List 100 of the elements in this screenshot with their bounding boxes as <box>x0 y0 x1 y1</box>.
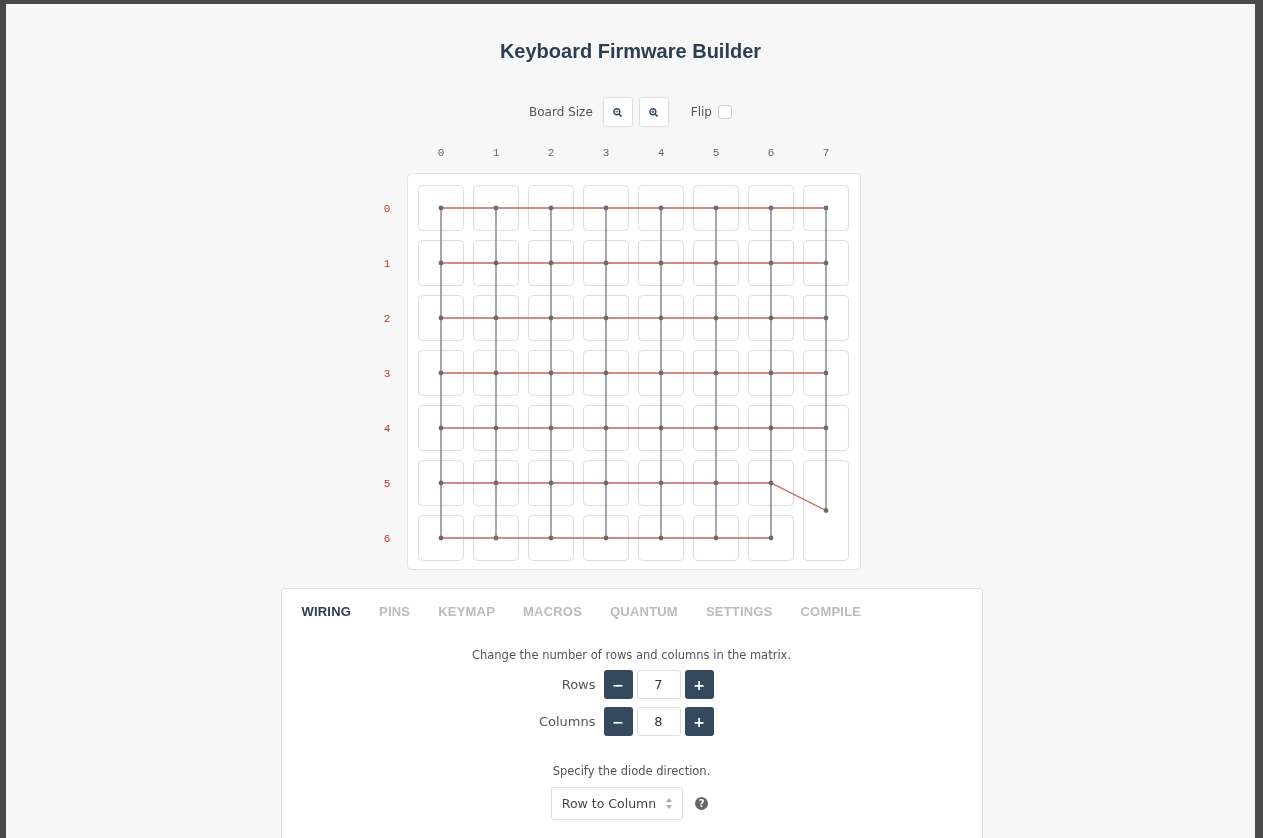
key-cap[interactable] <box>637 515 684 561</box>
row-label: 6 <box>383 533 390 545</box>
wire-node <box>548 535 553 541</box>
help-icon[interactable]: ? <box>695 797 709 810</box>
key-cap[interactable] <box>582 240 629 286</box>
key-cap[interactable] <box>747 405 794 451</box>
key-cap[interactable] <box>582 185 629 231</box>
zoom-out-button[interactable] <box>602 97 633 127</box>
key-cap[interactable] <box>472 460 519 506</box>
wire-node <box>603 535 608 541</box>
key-cap[interactable] <box>692 185 739 231</box>
key-cap[interactable] <box>417 185 464 231</box>
page-title: Keyboard Firmware Builder <box>498 39 763 64</box>
column-label: 4 <box>657 147 664 159</box>
key-cap[interactable] <box>692 350 739 396</box>
key-cap[interactable] <box>692 515 739 561</box>
key-cap[interactable] <box>802 460 849 561</box>
key-cap[interactable] <box>527 185 574 231</box>
wire-node <box>493 535 498 541</box>
diode-direction-select[interactable]: Row to Column <box>550 787 684 820</box>
key-cap[interactable] <box>472 515 519 561</box>
wire-node <box>823 205 828 211</box>
key-cap[interactable] <box>527 515 574 561</box>
key-cap[interactable] <box>802 295 849 341</box>
key-cap[interactable] <box>472 405 519 451</box>
wire-node <box>658 535 663 541</box>
key-cap[interactable] <box>582 405 629 451</box>
key-cap[interactable] <box>417 515 464 561</box>
wire-node <box>823 508 828 513</box>
key-cap[interactable] <box>747 295 794 341</box>
wire-node <box>823 260 828 266</box>
number-field[interactable]: 7 <box>636 670 681 699</box>
wire-node <box>658 315 663 321</box>
key-cap[interactable] <box>417 295 464 341</box>
wire-node <box>713 260 718 266</box>
key-cap[interactable] <box>637 350 684 396</box>
wire-node <box>548 260 553 266</box>
key-cap[interactable] <box>417 460 464 506</box>
zoom-in-button[interactable] <box>638 97 669 127</box>
key-cap[interactable] <box>417 350 464 396</box>
key-cap[interactable] <box>637 295 684 341</box>
key-cap[interactable] <box>527 240 574 286</box>
key-cap[interactable] <box>747 460 794 506</box>
key-cap[interactable] <box>417 405 464 451</box>
key-cap[interactable] <box>527 405 574 451</box>
wire-node <box>713 425 718 431</box>
row-label: 2 <box>383 313 390 325</box>
wire-node <box>548 370 553 376</box>
wire-node <box>658 205 663 211</box>
key-cap[interactable] <box>802 350 849 396</box>
decrement-button[interactable]: − <box>603 707 633 736</box>
decrement-button[interactable]: − <box>603 670 633 699</box>
key-cap[interactable] <box>802 185 849 231</box>
key-cap[interactable] <box>637 240 684 286</box>
wire-node <box>548 480 553 486</box>
wire-node <box>438 205 443 211</box>
column-label: 7 <box>822 147 829 159</box>
wire-node <box>713 535 718 541</box>
number-field[interactable]: 8 <box>636 707 681 736</box>
wire-node <box>438 315 443 321</box>
key-cap[interactable] <box>747 240 794 286</box>
key-cap[interactable] <box>637 405 684 451</box>
flip-label: Flip <box>690 105 712 119</box>
wire-node <box>823 370 828 376</box>
key-cap[interactable] <box>472 185 519 231</box>
column-label: 6 <box>767 147 774 159</box>
wire-node <box>438 480 443 486</box>
wire-node <box>493 370 498 376</box>
key-cap[interactable] <box>692 295 739 341</box>
wire-node <box>768 315 773 321</box>
key-cap[interactable] <box>802 405 849 451</box>
key-cap[interactable] <box>582 295 629 341</box>
wire-node <box>603 205 608 211</box>
key-cap[interactable] <box>802 240 849 286</box>
key-cap[interactable] <box>747 515 794 561</box>
key-cap[interactable] <box>692 405 739 451</box>
wire-node <box>603 480 608 486</box>
key-cap[interactable] <box>747 185 794 231</box>
key-cap[interactable] <box>527 295 574 341</box>
key-cap[interactable] <box>637 460 684 506</box>
increment-button[interactable]: + <box>684 707 714 736</box>
key-cap[interactable] <box>692 460 739 506</box>
key-cap[interactable] <box>747 350 794 396</box>
key-cap[interactable] <box>417 240 464 286</box>
key-cap[interactable] <box>582 460 629 506</box>
key-cap[interactable] <box>527 460 574 506</box>
key-cap[interactable] <box>582 350 629 396</box>
key-cap[interactable] <box>472 295 519 341</box>
key-cap[interactable] <box>472 240 519 286</box>
wire-node <box>658 370 663 376</box>
key-cap[interactable] <box>527 350 574 396</box>
key-cap[interactable] <box>582 515 629 561</box>
wire-node <box>658 425 663 431</box>
wire-node <box>548 425 553 431</box>
tab[interactable]: WIRING <box>301 602 352 621</box>
key-cap[interactable] <box>637 185 684 231</box>
key-cap[interactable] <box>692 240 739 286</box>
key-cap[interactable] <box>472 350 519 396</box>
flip-checkbox[interactable] <box>717 105 732 119</box>
increment-button[interactable]: + <box>684 670 714 699</box>
